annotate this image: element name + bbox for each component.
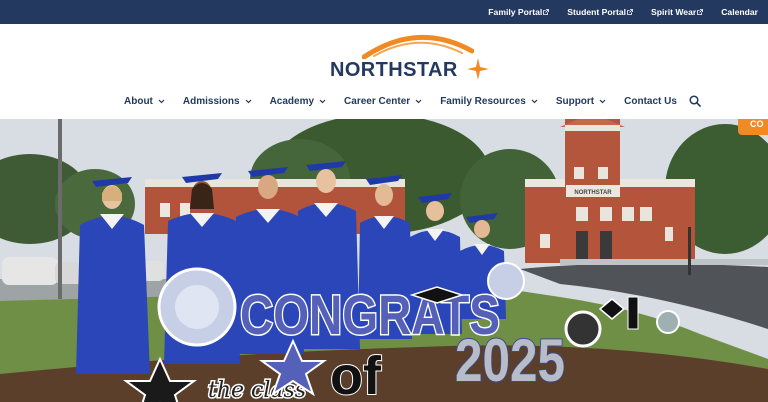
student-portal-link[interactable]: Student Portal	[567, 7, 633, 17]
pom-pom-decoration	[487, 262, 525, 300]
external-link-icon	[627, 9, 633, 15]
nav-item-about[interactable]: About	[124, 96, 165, 107]
nav-item-career-center[interactable]: Career Center	[344, 96, 422, 107]
year-sign-text: 2025	[455, 327, 565, 394]
calendar-link[interactable]: Calendar	[721, 7, 758, 17]
side-tab-label: CO	[750, 119, 764, 129]
spirit-wear-link[interactable]: Spirit Wear	[651, 7, 704, 17]
site-header: NORTHSTAR About Admissions Academy Caree…	[0, 24, 768, 119]
chevron-down-icon	[415, 99, 422, 103]
chevron-down-icon	[599, 99, 606, 103]
nav-label: Career Center	[344, 95, 411, 107]
medal-decoration	[564, 310, 602, 348]
class-of-sign-text: of	[330, 346, 382, 402]
nav-label: Academy	[269, 95, 315, 107]
chevron-down-icon	[245, 99, 252, 103]
building-sign: NORTHSTAR	[574, 190, 612, 196]
nav-label: Contact Us	[624, 95, 677, 107]
hero-graduation-photo: NORTHSTAR CONGRATS 2025 of the class CO	[0, 119, 768, 402]
external-link-icon	[543, 9, 550, 15]
logo-arc-icon	[362, 34, 474, 59]
nav-label: Support	[555, 95, 595, 107]
chevron-down-icon	[158, 99, 165, 103]
logo-wordmark: NORTHSTAR	[330, 59, 458, 81]
main-nav: About Admissions Academy Career Center F…	[124, 92, 701, 110]
north-star-icon	[467, 58, 489, 80]
nav-item-contact-us[interactable]: Contact Us	[624, 96, 677, 107]
family-portal-label: Family Portal	[488, 7, 543, 17]
chevron-down-icon	[319, 99, 326, 103]
spirit-wear-label: Spirit Wear	[651, 7, 697, 17]
chevron-down-icon	[531, 99, 538, 103]
side-tab[interactable]: CO	[738, 119, 768, 135]
nav-item-support[interactable]: Support	[556, 96, 606, 107]
nav-label: About	[124, 95, 153, 107]
nav-item-admissions[interactable]: Admissions	[183, 96, 252, 107]
student-portal-label: Student Portal	[567, 7, 626, 17]
nav-item-family-resources[interactable]: Family Resources	[440, 96, 538, 107]
light-pole	[58, 119, 62, 299]
parked-car	[2, 257, 58, 285]
calendar-label: Calendar	[721, 7, 758, 17]
external-link-icon	[697, 9, 704, 15]
nav-label: Family Resources	[440, 95, 526, 107]
family-portal-link[interactable]: Family Portal	[488, 7, 550, 17]
northstar-logo[interactable]: NORTHSTAR	[330, 29, 490, 81]
graduation-scene: NORTHSTAR CONGRATS 2025 of the class	[0, 119, 768, 402]
nav-item-academy[interactable]: Academy	[270, 96, 326, 107]
search-icon[interactable]	[689, 95, 701, 107]
nav-label: Admissions	[182, 95, 240, 107]
utility-bar: Family Portal Student Portal Spirit Wear…	[0, 0, 768, 24]
